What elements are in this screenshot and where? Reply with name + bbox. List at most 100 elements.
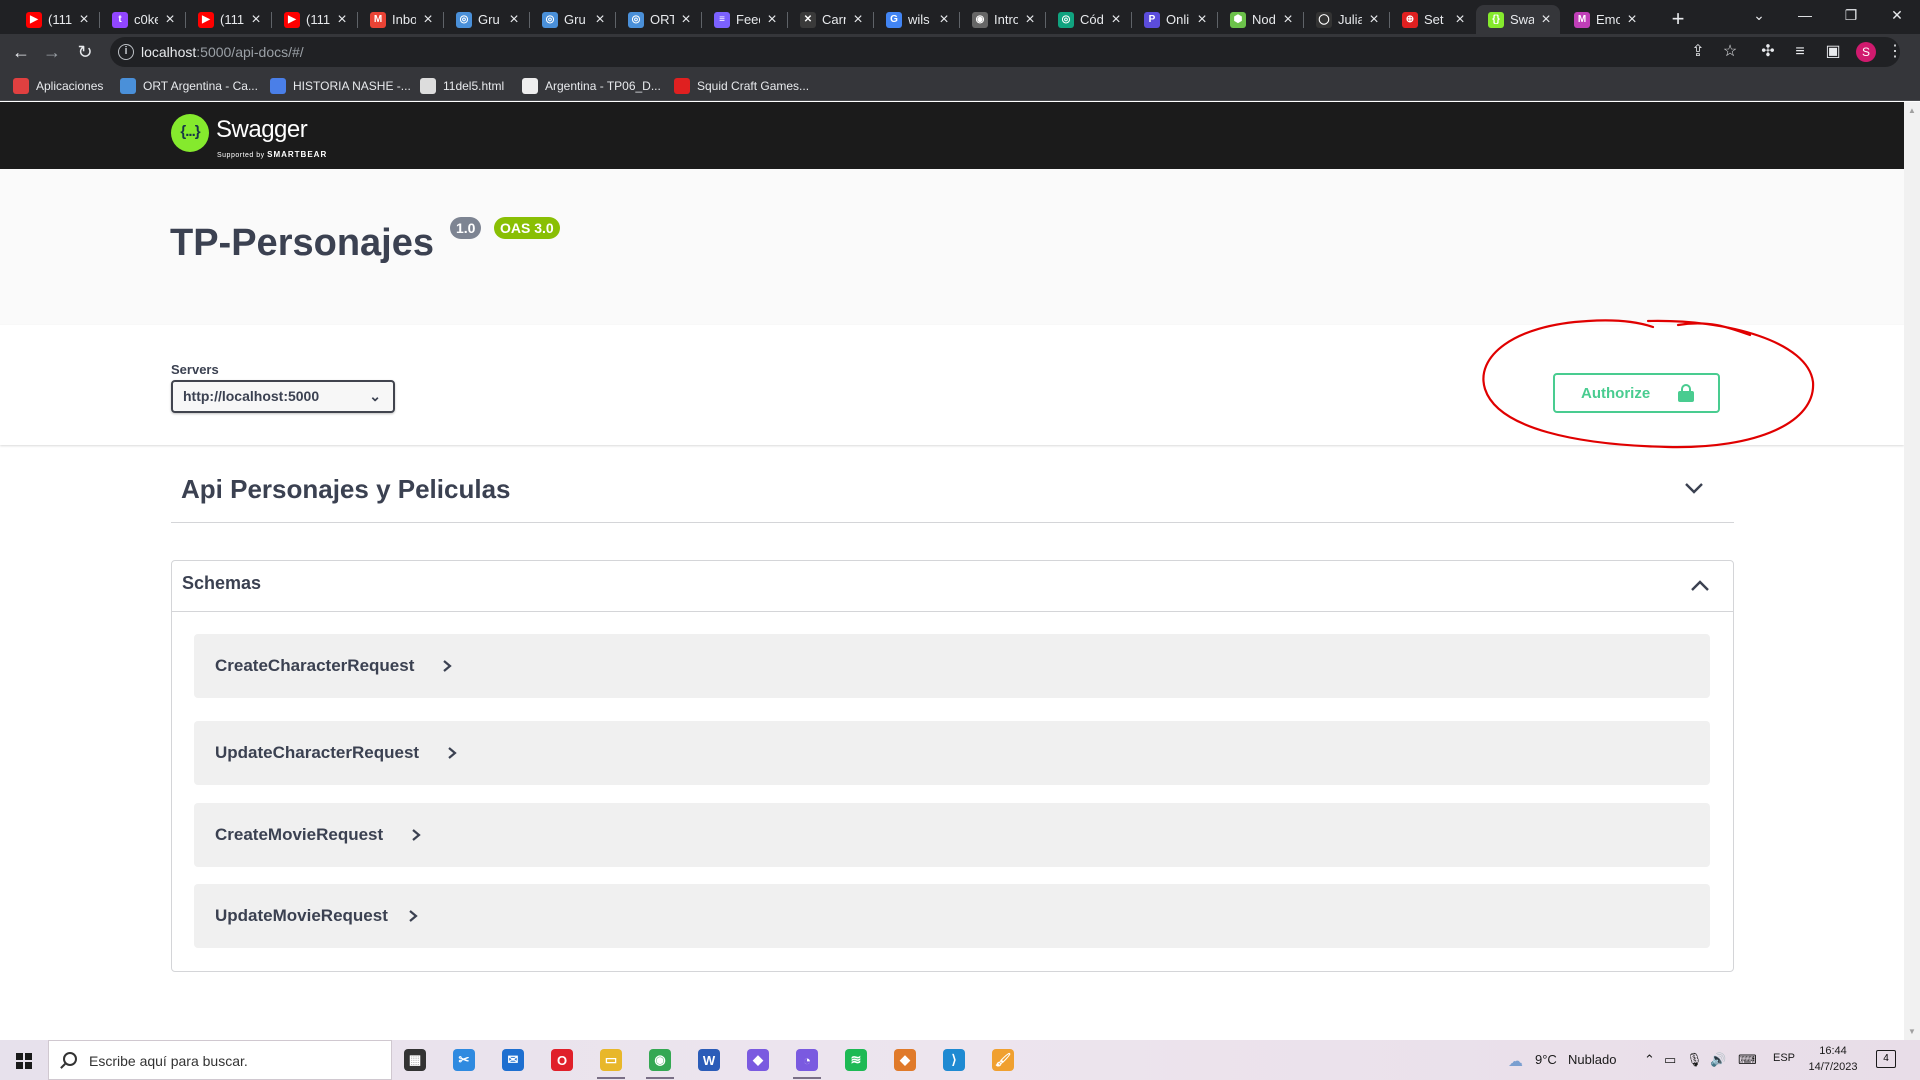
menu-kebab-icon[interactable]: ⋮: [1884, 41, 1906, 63]
taskbar-app-app-purple[interactable]: ◆: [738, 1044, 778, 1076]
taskbar-app-spotify[interactable]: ≋: [836, 1044, 876, 1076]
close-tab-icon[interactable]: ×: [936, 11, 952, 29]
tray-chevron-icon[interactable]: ⌃: [1644, 1052, 1655, 1068]
close-tab-icon[interactable]: ×: [248, 11, 264, 29]
browser-tab[interactable]: P Onli ×: [1132, 5, 1216, 34]
schema-model-name[interactable]: UpdateMovieRequest: [215, 906, 388, 926]
close-tab-icon[interactable]: ×: [506, 11, 522, 29]
keyboard-icon[interactable]: ⌨: [1738, 1052, 1757, 1068]
browser-tab[interactable]: ⊕ Set ×: [1390, 5, 1474, 34]
taskbar-app-opera[interactable]: O: [542, 1044, 582, 1076]
browser-tab[interactable]: ◯ Julia ×: [1304, 5, 1388, 34]
taskbar-app-word[interactable]: W: [689, 1044, 729, 1076]
close-tab-icon[interactable]: ×: [76, 11, 92, 29]
close-tab-icon[interactable]: ×: [1366, 11, 1382, 29]
schema-model[interactable]: CreateCharacterRequest: [194, 634, 1710, 698]
taskbar-app-mail[interactable]: ✉: [493, 1044, 533, 1076]
close-tab-icon[interactable]: ×: [1538, 11, 1554, 29]
schema-model-name[interactable]: UpdateCharacterRequest: [215, 743, 419, 763]
address-bar[interactable]: i localhost:5000/api-docs/#/ ⇪ ☆: [110, 37, 1900, 67]
browser-tab[interactable]: ◎ Gru ×: [530, 5, 614, 34]
weather-text[interactable]: Nublado: [1568, 1052, 1616, 1067]
site-info-icon[interactable]: i: [118, 44, 134, 60]
browser-tab[interactable]: ◎ Códi ×: [1046, 5, 1130, 34]
bookmark-item[interactable]: Argentina - TP06_D...: [522, 76, 661, 96]
close-tab-icon[interactable]: ×: [1022, 11, 1038, 29]
page-scrollbar[interactable]: ▲ ▼: [1904, 102, 1920, 1040]
restore-button[interactable]: ❐: [1828, 0, 1874, 30]
side-panel-icon[interactable]: ▣: [1822, 41, 1844, 63]
schema-model-name[interactable]: CreateMovieRequest: [215, 825, 383, 845]
taskbar-search[interactable]: Escribe aquí para buscar.: [48, 1040, 392, 1080]
bookmark-item[interactable]: ORT Argentina - Ca...: [120, 76, 258, 96]
taskbar-app-discord[interactable]: ◔: [787, 1044, 827, 1079]
weather-temp[interactable]: 9°C: [1535, 1052, 1557, 1067]
network-icon[interactable]: ▭: [1664, 1052, 1676, 1068]
tab-search-icon[interactable]: ⌄: [1736, 0, 1782, 30]
scroll-down-icon[interactable]: ▼: [1908, 1027, 1916, 1036]
swagger-logo[interactable]: {...}: [171, 114, 209, 152]
schema-model[interactable]: UpdateMovieRequest: [194, 884, 1710, 948]
tag-section-header[interactable]: Api Personajes y Peliculas: [171, 458, 1734, 523]
bookmark-item[interactable]: 11del5.html: [420, 76, 504, 96]
browser-tab[interactable]: ▶ (111 ×: [14, 5, 98, 34]
chevron-down-icon[interactable]: [1682, 476, 1706, 500]
language-indicator[interactable]: ESP: [1773, 1052, 1795, 1064]
weather-cloud-icon[interactable]: ☁: [1508, 1052, 1523, 1070]
chevron-up-icon[interactable]: [1689, 575, 1711, 597]
taskbar-app-chrome[interactable]: ◉: [640, 1044, 680, 1079]
clock[interactable]: 16:44 14/7/2023: [1804, 1043, 1862, 1075]
back-icon[interactable]: ←: [7, 38, 35, 66]
media-icon[interactable]: ≡: [1789, 41, 1811, 63]
servers-select[interactable]: http://localhost:5000 ⌄: [171, 380, 395, 413]
browser-tab[interactable]: t c0ke ×: [100, 5, 184, 34]
taskbar-app-vscode[interactable]: ⟩: [934, 1044, 974, 1076]
browser-tab[interactable]: ▶ (111 ×: [272, 5, 356, 34]
close-tab-icon[interactable]: ×: [850, 11, 866, 29]
bookmark-star-icon[interactable]: ☆: [1719, 41, 1741, 63]
close-tab-icon[interactable]: ×: [162, 11, 178, 29]
bookmark-item[interactable]: Aplicaciones: [13, 76, 103, 96]
browser-tab[interactable]: M Inbo ×: [358, 5, 442, 34]
close-tab-icon[interactable]: ×: [678, 11, 694, 29]
browser-tab[interactable]: ⬢ Nod ×: [1218, 5, 1302, 34]
url-text[interactable]: localhost:5000/api-docs/#/: [141, 44, 304, 60]
browser-tab[interactable]: ≡ Feed ×: [702, 5, 786, 34]
taskbar-app-app-multicolor[interactable]: ◆: [885, 1044, 925, 1076]
close-window-button[interactable]: ✕: [1874, 0, 1920, 30]
browser-tab[interactable]: ◎ Gru ×: [444, 5, 528, 34]
chevron-right-icon[interactable]: [445, 745, 459, 761]
close-tab-icon[interactable]: ×: [334, 11, 350, 29]
browser-tab[interactable]: ◉ Intro ×: [960, 5, 1044, 34]
minimize-button[interactable]: —: [1782, 0, 1828, 30]
forward-icon[interactable]: →: [38, 38, 66, 66]
chevron-right-icon[interactable]: [440, 658, 454, 674]
close-tab-icon[interactable]: ×: [1280, 11, 1296, 29]
schema-model-name[interactable]: CreateCharacterRequest: [215, 656, 414, 676]
scroll-up-icon[interactable]: ▲: [1908, 106, 1916, 115]
schema-model[interactable]: CreateMovieRequest: [194, 803, 1710, 867]
chevron-right-icon[interactable]: [409, 827, 423, 843]
schema-model[interactable]: UpdateCharacterRequest: [194, 721, 1710, 785]
browser-tab[interactable]: {} Swa ×: [1476, 5, 1560, 34]
schemas-header[interactable]: Schemas: [172, 561, 1733, 612]
close-tab-icon[interactable]: ×: [764, 11, 780, 29]
new-tab-button[interactable]: +: [1664, 5, 1692, 33]
bookmark-item[interactable]: Squid Craft Games...: [674, 76, 809, 96]
volume-icon[interactable]: 🔊: [1710, 1052, 1726, 1068]
close-tab-icon[interactable]: ×: [420, 11, 436, 29]
taskbar-app-file-explorer[interactable]: ▭: [591, 1044, 631, 1079]
browser-tab[interactable]: ✕ Carr ×: [788, 5, 872, 34]
bookmark-item[interactable]: HISTORIA NASHE -...: [270, 76, 411, 96]
close-tab-icon[interactable]: ×: [1624, 11, 1640, 29]
browser-tab[interactable]: M Emo ×: [1562, 5, 1646, 34]
chevron-right-icon[interactable]: [406, 908, 420, 924]
microphone-icon[interactable]: 🎙: [1686, 1052, 1703, 1068]
close-tab-icon[interactable]: ×: [1194, 11, 1210, 29]
close-tab-icon[interactable]: ×: [1452, 11, 1468, 29]
notifications-icon[interactable]: 4: [1876, 1050, 1896, 1068]
browser-tab[interactable]: Gwils ×: [874, 5, 958, 34]
close-tab-icon[interactable]: ×: [1108, 11, 1124, 29]
start-button[interactable]: [0, 1040, 48, 1080]
close-tab-icon[interactable]: ×: [592, 11, 608, 29]
